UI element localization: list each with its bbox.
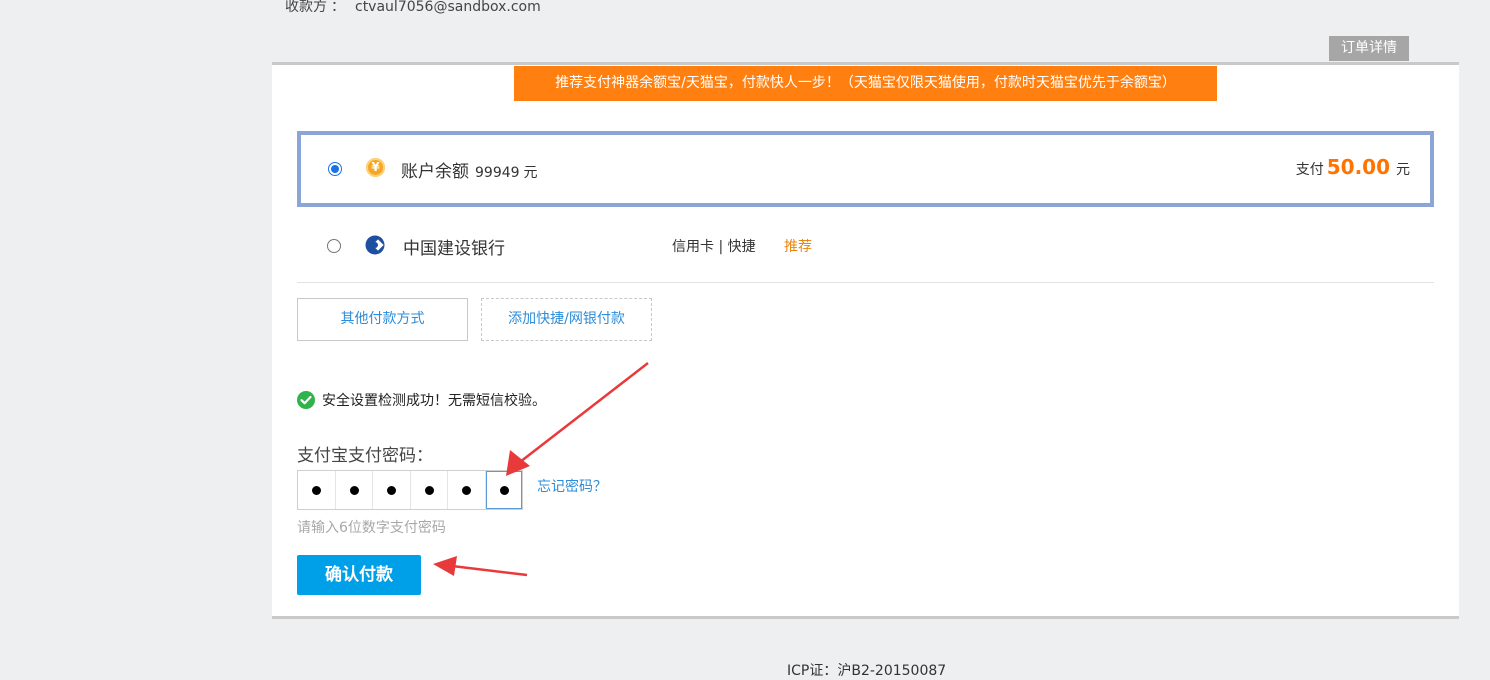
password-label: 支付宝支付密码： bbox=[297, 446, 433, 466]
order-detail-button[interactable]: 订单详情 bbox=[1329, 36, 1409, 61]
password-dot bbox=[499, 486, 509, 495]
password-digit[interactable] bbox=[411, 471, 448, 509]
forgot-password-link[interactable]: 忘记密码？ bbox=[537, 476, 607, 496]
password-dot bbox=[424, 486, 434, 495]
password-digit[interactable] bbox=[298, 471, 336, 509]
recommend-badge: 推荐 bbox=[784, 239, 812, 255]
promo-banner: 推荐支付神器余额宝/天猫宝，付款快人一步！（天猫宝仅限天猫使用，付款时天猫宝优先… bbox=[514, 66, 1217, 101]
bank-card-type: 信用卡 | 快捷 bbox=[672, 239, 756, 255]
password-hint: 请输入6位数字支付密码 bbox=[297, 520, 446, 536]
pay-label: 支付 bbox=[1295, 162, 1324, 178]
options-divider bbox=[297, 282, 1434, 283]
ccb-bank-icon bbox=[365, 235, 385, 255]
bank-label[interactable]: 中国建设银行 bbox=[403, 234, 505, 259]
other-methods-button[interactable]: 其他付款方式 bbox=[297, 298, 468, 341]
password-digit[interactable] bbox=[373, 471, 411, 509]
pay-unit: 元 bbox=[1396, 162, 1410, 178]
password-digit-active[interactable] bbox=[485, 471, 522, 509]
password-dot bbox=[349, 486, 359, 495]
balance-label-group: 账户余额 99949 元 bbox=[401, 157, 538, 182]
payee-separator: ： bbox=[331, 0, 345, 15]
balance-amount: 99949 bbox=[475, 165, 520, 181]
payee-label: 收款方 bbox=[285, 0, 327, 15]
balance-unit: 元 bbox=[523, 165, 538, 181]
password-dot bbox=[462, 486, 472, 495]
confirm-payment-button[interactable]: 确认付款 bbox=[297, 555, 421, 595]
payment-panel: 推荐支付神器余额宝/天猫宝，付款快人一步！（天猫宝仅限天猫使用，付款时天猫宝优先… bbox=[272, 62, 1459, 619]
footer-icp: ICP证：沪B2-20150087 bbox=[787, 663, 947, 679]
bank-radio[interactable] bbox=[327, 239, 341, 253]
balance-label: 账户余额 bbox=[401, 162, 469, 182]
pay-amount: 50.00 bbox=[1326, 155, 1390, 179]
check-icon bbox=[297, 391, 315, 409]
add-quick-pay-button[interactable]: 添加快捷/网银付款 bbox=[481, 298, 652, 341]
password-dot bbox=[387, 486, 397, 495]
payee-info: 收款方 ： ctvaul7056@sandbox.com bbox=[285, 0, 541, 16]
security-message: 安全设置检测成功！无需短信校验。 bbox=[322, 393, 546, 409]
payment-option-balance[interactable]: ¥ 账户余额 99949 元 支付 50.00 元 bbox=[297, 131, 1434, 207]
password-input[interactable] bbox=[297, 470, 523, 510]
password-digit[interactable] bbox=[336, 471, 373, 509]
balance-radio[interactable] bbox=[328, 162, 342, 176]
payee-account: ctvaul7056@sandbox.com bbox=[355, 0, 541, 15]
password-dot bbox=[312, 486, 322, 495]
yuan-coin-icon: ¥ bbox=[366, 158, 385, 177]
pay-amount-group: 支付 50.00 元 bbox=[1296, 155, 1410, 179]
password-digit[interactable] bbox=[448, 471, 486, 509]
